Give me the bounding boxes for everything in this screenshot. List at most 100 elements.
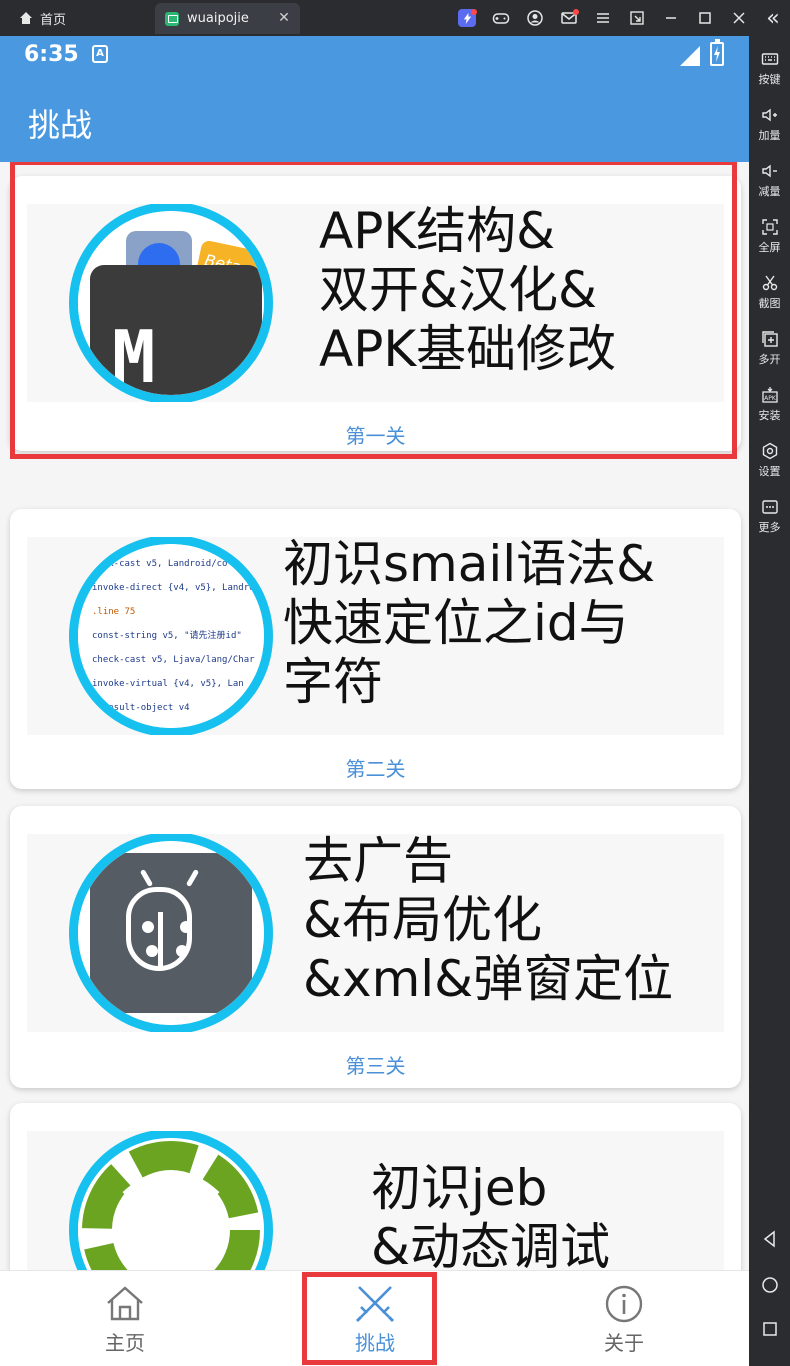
- crossed-swords-icon: [355, 1286, 395, 1323]
- nav-about-label: 关于: [604, 1331, 644, 1355]
- nav-challenge[interactable]: 挑战: [250, 1271, 500, 1366]
- notification-a-icon: A: [92, 45, 108, 63]
- app-tab-icon: [165, 11, 179, 26]
- gamepad-button[interactable]: [484, 7, 518, 29]
- sidebar-item-more[interactable]: 更多: [749, 498, 790, 535]
- hamburger-icon: [597, 13, 609, 23]
- home-tab[interactable]: 首页: [18, 8, 66, 28]
- notification-dot: [471, 9, 477, 15]
- titlebar-toolbar: «: [450, 5, 790, 31]
- scissors-icon: [762, 275, 777, 291]
- back-triangle-icon: [763, 1230, 775, 1248]
- close-window-button[interactable]: [722, 7, 756, 29]
- mail-button[interactable]: [552, 7, 586, 29]
- home-tab-label: 首页: [40, 12, 67, 28]
- challenge-headline-1: APK结构& 双开&汉化& APK基础修改: [319, 204, 617, 378]
- emulator-window: 首页 wuaipojie ✕ « 6:35 A 挑战 Beta M APK结构&…: [0, 0, 790, 1366]
- sidebar-item-label: 多开: [758, 353, 781, 366]
- bottom-navigation: 主页 挑战 关于: [0, 1270, 749, 1366]
- sidebar-item-label: 减量: [758, 185, 781, 198]
- nav-home[interactable]: 主页: [0, 1271, 250, 1366]
- challenge-headline-2: 初识smail语法& 快速定位之id与 字符: [283, 537, 656, 711]
- info-icon: [605, 1285, 643, 1323]
- android-recents-button[interactable]: [749, 1320, 790, 1338]
- user-icon: [527, 10, 543, 26]
- menu-button[interactable]: [586, 7, 620, 29]
- sidebar-item-volume-up[interactable]: 加量: [749, 106, 790, 143]
- maximize-icon: [699, 12, 711, 24]
- status-time: 6:35: [24, 42, 79, 67]
- restore-button[interactable]: [620, 7, 654, 29]
- ladybug-icon: [69, 834, 273, 1032]
- code-line: .line 75: [92, 607, 136, 617]
- sidebar-item-label: 安装: [758, 409, 781, 422]
- challenge-level-3[interactable]: 第三关: [10, 1050, 741, 1079]
- challenge-headline-3: 去广告 &布局优化 &xml&弹窗定位: [303, 834, 674, 1008]
- challenge-banner-4: 初识jeb &动态调试: [27, 1131, 724, 1270]
- emulator-sidebar: 按键加量减量全屏截图多开 APK 安装设置更多: [749, 36, 790, 1366]
- sidebar-item-label: 设置: [758, 465, 781, 478]
- app-tab[interactable]: wuaipojie ✕: [155, 3, 300, 34]
- close-tab-icon[interactable]: ✕: [276, 10, 292, 26]
- code-line: result-object v4: [92, 703, 190, 713]
- challenge-banner-1: Beta M T APK结构& 双开&汉化& APK基础修改: [27, 204, 724, 402]
- settings-hex-icon: [762, 442, 777, 460]
- sidebar-item-volume-down[interactable]: 减量: [749, 162, 790, 199]
- volume-down-icon: [761, 164, 777, 178]
- keyboard-icon: [761, 53, 778, 65]
- challenge-card-1[interactable]: Beta M T APK结构& 双开&汉化& APK基础修改 第一关: [10, 176, 741, 451]
- challenge-banner-3: 去广告 &布局优化 &xml&弹窗定位: [27, 834, 724, 1032]
- folder-icon: M T: [90, 265, 262, 395]
- challenge-list[interactable]: Beta M T APK结构& 双开&汉化& APK基础修改 第一关 ck-ca…: [0, 162, 749, 1270]
- close-icon: [733, 12, 745, 24]
- code-line: invoke-direct {v4, v5}, Landro: [92, 583, 255, 593]
- sidebar-item-multi-open[interactable]: 多开: [749, 330, 790, 367]
- boost-button[interactable]: [450, 7, 484, 29]
- account-button[interactable]: [518, 7, 552, 29]
- double-chevron-left-icon: «: [766, 5, 780, 31]
- android-screen: 6:35 A 挑战 Beta M T: [0, 36, 749, 1366]
- sidebar-item-apk-install[interactable]: APK 安装: [749, 386, 790, 423]
- challenge-level-2[interactable]: 第二关: [10, 753, 741, 782]
- sidebar-item-label: 加量: [758, 129, 781, 142]
- android-home-button[interactable]: [749, 1276, 790, 1294]
- svg-text:APK: APK: [764, 395, 777, 402]
- battery-charging-icon: [710, 39, 724, 66]
- challenge-card-2[interactable]: ck-cast v5, Landroid/co invoke-direct {v4…: [10, 509, 741, 789]
- sidebar-item-label: 截图: [758, 297, 781, 310]
- gamepad-icon: [492, 13, 510, 24]
- more-icon: [761, 500, 778, 514]
- sidebar-item-settings-hex[interactable]: 设置: [749, 442, 790, 479]
- smali-code-icon: ck-cast v5, Landroid/co invoke-direct {v4…: [69, 537, 273, 735]
- challenge-card-3[interactable]: 去广告 &布局优化 &xml&弹窗定位 第三关: [10, 806, 741, 1088]
- window-arrow-icon: [630, 11, 644, 25]
- android-back-button[interactable]: [749, 1230, 790, 1248]
- mt-manager-icon: Beta M T: [69, 204, 273, 402]
- recents-square-icon: [762, 1322, 777, 1336]
- gear-icon: [82, 1141, 260, 1270]
- house-icon: [20, 12, 32, 24]
- collapse-sidebar-button[interactable]: «: [756, 5, 790, 31]
- challenge-banner-2: ck-cast v5, Landroid/co invoke-direct {v4…: [27, 537, 724, 735]
- minimize-button[interactable]: [654, 7, 688, 29]
- sidebar-item-label: 更多: [758, 521, 781, 534]
- code-line: ck-cast v5, Landroid/co: [92, 559, 228, 569]
- signal-icon: [680, 46, 700, 66]
- volume-up-icon: [761, 108, 777, 122]
- nav-about[interactable]: 关于: [499, 1271, 749, 1366]
- sidebar-item-scissors[interactable]: 截图: [749, 274, 790, 311]
- mail-notification-dot: [573, 9, 579, 15]
- jeb-gear-icon: [69, 1131, 273, 1270]
- status-bar: 6:35 A: [0, 36, 749, 76]
- fullscreen-icon: [761, 219, 778, 235]
- apk-install-icon: APK: [761, 387, 778, 403]
- maximize-button[interactable]: [688, 7, 722, 29]
- code-line: check-cast v5, Ljava/lang/Char: [92, 655, 255, 665]
- sidebar-item-fullscreen[interactable]: 全屏: [749, 218, 790, 255]
- sidebar-item-keyboard[interactable]: 按键: [749, 50, 790, 87]
- minimize-icon: [666, 17, 676, 19]
- code-line: invoke-virtual {v4, v5}, Lan: [92, 679, 244, 689]
- challenge-level-1[interactable]: 第一关: [10, 420, 741, 449]
- challenge-card-4[interactable]: 初识jeb &动态调试: [10, 1103, 741, 1270]
- sidebar-item-label: 按键: [758, 73, 781, 86]
